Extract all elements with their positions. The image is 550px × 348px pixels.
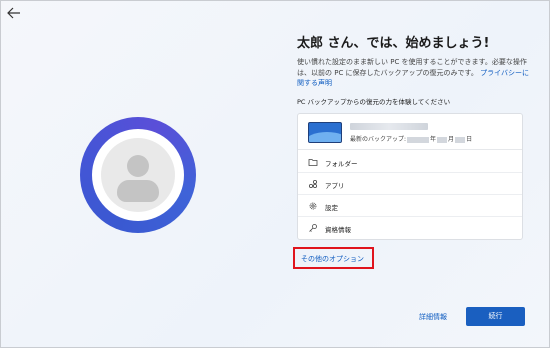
gear-icon [309,202,317,210]
backup-card: 最新のバックアップ: 年月日 フォルダー アプリ 設定 資格情報 [297,113,523,240]
user-avatar [80,117,196,233]
folder-icon [308,159,318,166]
details-button[interactable]: 詳細情報 [419,312,447,322]
back-arrow-icon[interactable] [7,7,21,19]
continue-button[interactable]: 続行 [466,307,525,326]
more-options-label: その他のオプション [301,255,364,263]
more-options-button[interactable]: その他のオプション [293,247,374,269]
backup-pc-header: 最新のバックアップ: 年月日 [298,114,522,150]
pc-thumbnail-icon [308,122,342,143]
backup-item-folders: フォルダー [298,151,522,173]
backup-item-settings: 設定 [298,195,522,217]
section-label: PC バックアップからの復元の力を体験してください [297,98,451,106]
person-icon [101,138,175,212]
description-text: 使い慣れた設定のまま新しい PC を使用することができます。必要な操作は、以前の… [297,57,529,89]
backup-item-apps: アプリ [298,173,522,195]
setup-window: 太郎 さん、では、始めましょう! 使い慣れた設定のまま新しい PC を使用するこ… [0,0,550,348]
key-icon [309,224,317,232]
backup-date: 最新のバックアップ: 年月日 [350,136,473,143]
backup-item-credentials: 資格情報 [298,217,522,239]
apps-icon [308,179,318,189]
pc-name-redacted [350,123,428,130]
page-title: 太郎 さん、では、始めましょう! [297,36,490,51]
